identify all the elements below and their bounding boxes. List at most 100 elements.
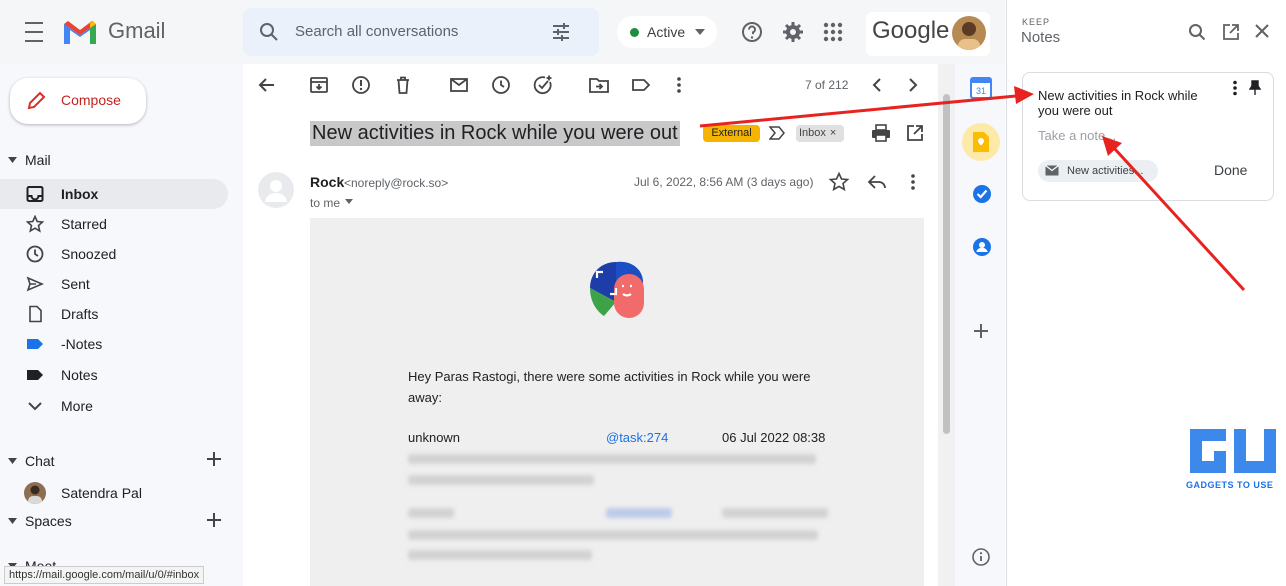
- watermark-text: GADGETS TO USE: [1186, 480, 1274, 490]
- note-body-input[interactable]: Take a note...: [1038, 128, 1116, 143]
- sidebar-item-label: -Notes: [61, 336, 103, 352]
- note-title[interactable]: New activities in Rock while you were ou…: [1038, 88, 1216, 118]
- chevron-down-icon: [695, 29, 705, 35]
- search-options-icon[interactable]: [551, 22, 571, 42]
- chat-section-toggle[interactable]: Chat: [8, 453, 68, 471]
- spaces-section-toggle[interactable]: Spaces: [8, 513, 88, 531]
- sidebar-item-label: Starred: [61, 216, 107, 232]
- print-icon[interactable]: [870, 122, 892, 144]
- source-email-chip[interactable]: New activities...: [1038, 160, 1158, 182]
- email-body: Hey Paras Rastogi, there were some activ…: [310, 218, 924, 586]
- snooze-icon[interactable]: [490, 74, 512, 96]
- newer-chevron-icon[interactable]: [866, 74, 888, 96]
- account-switcher[interactable]: Google: [866, 12, 990, 56]
- keep-open-tab-icon[interactable]: [1222, 23, 1240, 41]
- blurred-text: [408, 508, 454, 518]
- label-icon: [26, 335, 44, 353]
- star-icon: [26, 215, 44, 233]
- google-wordmark: Google: [872, 17, 950, 44]
- importance-marker-icon[interactable]: [769, 126, 785, 140]
- pagination-label: 7 of 212: [805, 78, 849, 92]
- info-icon[interactable]: [972, 548, 990, 566]
- move-to-icon[interactable]: [588, 74, 610, 96]
- note-more-vert-icon[interactable]: [1230, 80, 1240, 96]
- calendar-icon[interactable]: 31: [970, 77, 992, 99]
- add-task-icon[interactable]: [532, 74, 554, 96]
- scrollbar-thumb[interactable]: [943, 94, 950, 434]
- new-chat-plus-icon[interactable]: [206, 451, 222, 467]
- chat-contact-name: Satendra Pal: [61, 485, 142, 501]
- sidebar-item-sent[interactable]: Sent: [0, 269, 228, 299]
- get-addons-plus-icon[interactable]: [973, 323, 989, 339]
- message-subject: New activities in Rock while you were ou…: [310, 121, 680, 146]
- sidebar-item-label: Sent: [61, 276, 90, 292]
- contacts-icon[interactable]: [972, 237, 992, 257]
- email-greeting: Hey Paras Rastogi, there were some activ…: [408, 369, 811, 405]
- done-button[interactable]: Done: [1214, 162, 1247, 178]
- tasks-icon[interactable]: [972, 184, 992, 204]
- sidebar-item-starred[interactable]: Starred: [0, 209, 228, 239]
- blurred-text: [722, 508, 828, 518]
- sidebar-item-label: Notes: [61, 367, 98, 383]
- settings-icon[interactable]: [782, 21, 804, 43]
- chat-heading: Chat: [25, 453, 55, 469]
- sidebar-item-notes[interactable]: Notes: [0, 360, 228, 390]
- more-vert-icon[interactable]: [668, 74, 690, 96]
- status-selector[interactable]: Active: [617, 16, 717, 48]
- account-avatar[interactable]: [952, 16, 986, 50]
- sidebar-item-snoozed[interactable]: Snoozed: [0, 239, 228, 269]
- remove-label-icon[interactable]: ×: [830, 127, 836, 139]
- search-bar[interactable]: Search all conversations: [243, 8, 599, 56]
- compose-label: Compose: [61, 92, 121, 108]
- blurred-text: [408, 454, 816, 464]
- new-space-plus-icon[interactable]: [206, 512, 222, 528]
- chat-contact[interactable]: Satendra Pal: [22, 482, 222, 504]
- help-icon[interactable]: [741, 21, 763, 43]
- main-menu-icon[interactable]: [14, 20, 54, 44]
- watermark-logo: GADGETS TO USE: [1186, 425, 1280, 493]
- open-new-window-icon[interactable]: [904, 122, 926, 144]
- keep-eyebrow: KEEP: [1022, 17, 1051, 27]
- chevron-down-icon: [26, 397, 44, 415]
- clock-icon: [26, 245, 44, 263]
- sidebar-item-label: More: [61, 398, 93, 414]
- inbox-icon: [26, 185, 44, 203]
- blurred-link: [606, 508, 672, 518]
- back-arrow-icon[interactable]: [256, 74, 278, 96]
- keep-close-icon[interactable]: [1255, 24, 1269, 38]
- app-name: Gmail: [108, 18, 166, 43]
- mail-section-toggle[interactable]: Mail: [8, 152, 68, 170]
- gmail-logo-icon[interactable]: [62, 18, 98, 46]
- apps-grid-icon[interactable]: [823, 22, 843, 42]
- star-toggle-icon[interactable]: [828, 171, 850, 193]
- keep-search-icon[interactable]: [1188, 23, 1206, 41]
- archive-icon[interactable]: [308, 74, 330, 96]
- mail-icon: [1045, 165, 1059, 176]
- sidebar-item-notes-label-blue[interactable]: -Notes: [0, 329, 228, 359]
- activity-task-link[interactable]: @task:274: [606, 430, 668, 445]
- message-scrollbar[interactable]: [938, 64, 955, 586]
- search-icon[interactable]: [259, 22, 279, 42]
- recipient-label: to me: [310, 196, 341, 210]
- older-chevron-icon[interactable]: [902, 74, 924, 96]
- recipients-toggle[interactable]: to me: [310, 194, 370, 210]
- rock-logo-icon: [586, 258, 648, 320]
- mark-unread-icon[interactable]: [448, 74, 470, 96]
- compose-button[interactable]: Compose: [10, 78, 146, 124]
- sidebar-item-drafts[interactable]: Drafts: [0, 299, 228, 329]
- reply-icon[interactable]: [866, 171, 888, 193]
- report-spam-icon[interactable]: [350, 74, 372, 96]
- sender-name: Rock: [310, 174, 345, 190]
- message-more-vert-icon[interactable]: [902, 171, 924, 193]
- delete-icon[interactable]: [392, 74, 414, 96]
- sidebar-item-more[interactable]: More: [0, 391, 228, 421]
- sidebar-item-inbox[interactable]: Inbox: [0, 179, 228, 209]
- sender-email: <noreply@rock.so>: [344, 176, 449, 190]
- label-as-icon[interactable]: [630, 74, 652, 96]
- inbox-label-chip[interactable]: Inbox ×: [796, 125, 844, 142]
- pin-icon[interactable]: [1249, 80, 1261, 96]
- status-label: Active: [647, 24, 686, 40]
- sender-avatar[interactable]: [258, 172, 294, 208]
- search-input[interactable]: Search all conversations: [295, 23, 458, 40]
- keep-icon-active[interactable]: [962, 123, 1000, 161]
